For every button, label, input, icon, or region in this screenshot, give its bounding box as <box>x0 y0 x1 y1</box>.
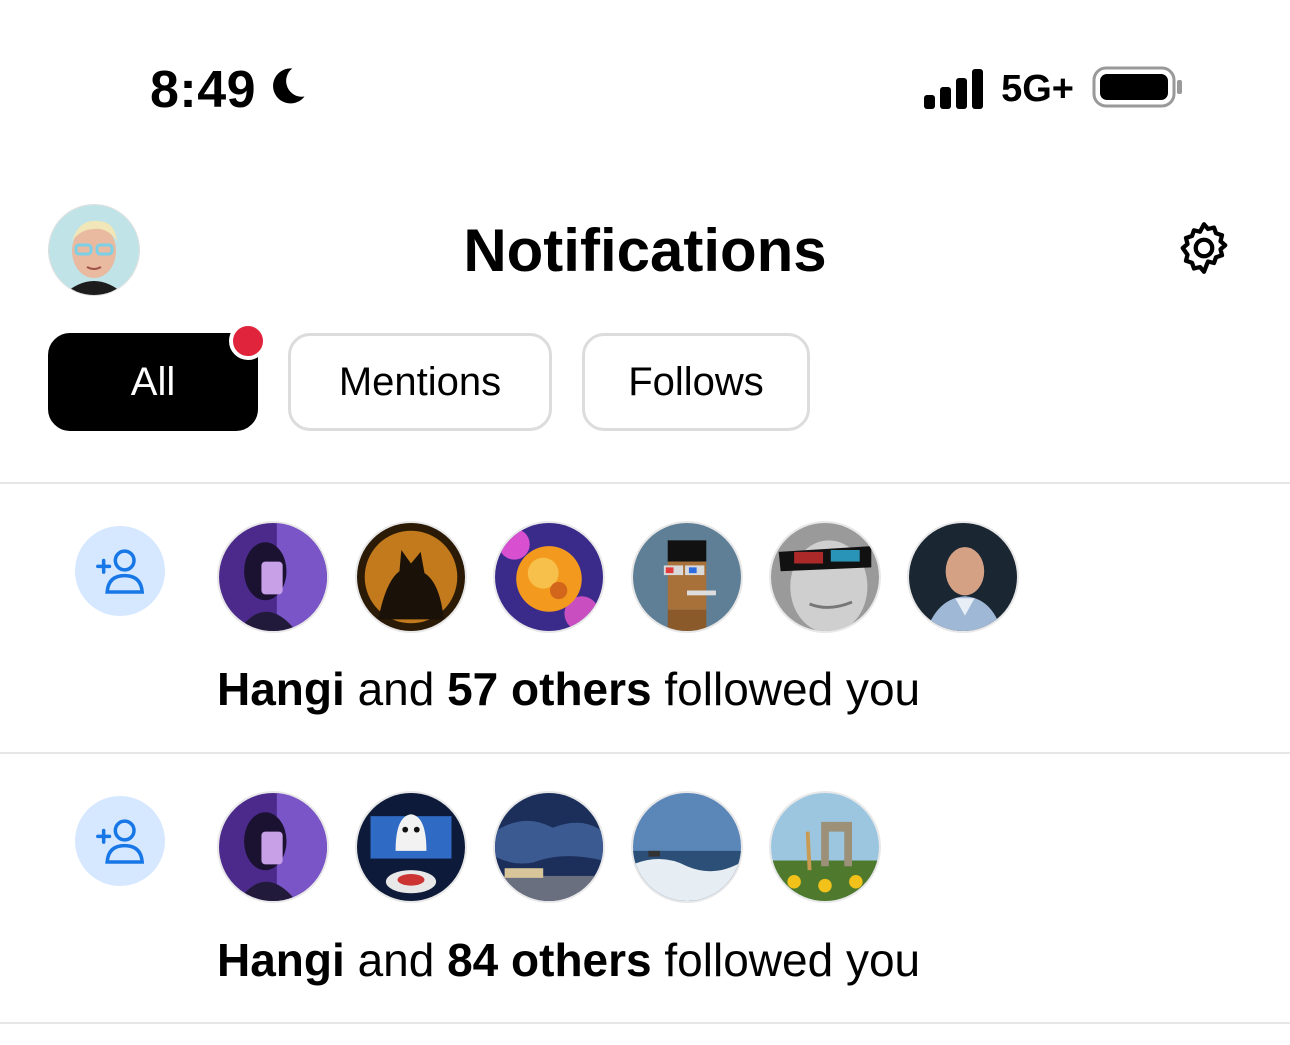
time-label: 8:49 <box>150 61 257 119</box>
others-count[interactable]: 84 others <box>447 934 652 986</box>
actor-name[interactable]: Hangi <box>217 663 345 715</box>
action-text: followed you <box>664 663 921 715</box>
gear-icon <box>1180 222 1228 274</box>
follower-avatar[interactable] <box>217 521 329 633</box>
page-title: Notifications <box>463 217 827 284</box>
notification-text: Hangi and 84 others followed you <box>217 932 920 988</box>
status-indicators: 5G+ <box>924 64 1184 114</box>
actor-name[interactable]: Hangi <box>217 934 345 986</box>
battery-icon <box>1092 65 1184 114</box>
follower-avatar[interactable] <box>355 521 467 633</box>
divider <box>0 1022 1290 1024</box>
follower-avatar[interactable] <box>769 521 881 633</box>
moon-icon <box>266 60 308 120</box>
tab-all-label: All <box>130 359 176 404</box>
follow-badge <box>75 526 165 616</box>
person-add-icon <box>96 819 145 864</box>
follower-avatar[interactable] <box>907 521 1019 633</box>
tab-mentions-label: Mentions <box>338 359 502 404</box>
notification-item[interactable]: Hangi and 84 others followed you <box>0 754 1290 1022</box>
others-count[interactable]: 57 others <box>447 663 652 715</box>
settings-button[interactable] <box>1174 218 1234 278</box>
tab-mentions[interactable]: Mentions <box>288 333 552 431</box>
tab-all[interactable]: All <box>48 322 267 431</box>
connector-text: and <box>357 663 435 715</box>
person-add-icon <box>96 549 145 594</box>
follower-avatars <box>217 791 881 903</box>
follower-avatar[interactable] <box>355 791 467 903</box>
action-text: followed you <box>664 934 921 986</box>
follower-avatars <box>217 521 1019 633</box>
connector-text: and <box>357 934 435 986</box>
notification-item[interactable]: Hangi and 57 others followed you <box>0 484 1290 752</box>
follower-avatar[interactable] <box>631 791 743 903</box>
follower-avatar[interactable] <box>769 791 881 903</box>
follower-avatar[interactable] <box>217 791 329 903</box>
follow-badge <box>75 796 165 886</box>
tab-follows-label: Follows <box>628 359 764 404</box>
notification-tabs: All Mentions Follows <box>48 322 810 431</box>
follower-avatar[interactable] <box>493 521 605 633</box>
follower-avatar[interactable] <box>631 521 743 633</box>
status-time: 8:49 <box>150 60 308 120</box>
follower-avatar[interactable] <box>493 791 605 903</box>
tab-follows[interactable]: Follows <box>582 333 810 431</box>
network-label: 5G+ <box>1001 67 1074 110</box>
unread-dot <box>229 322 267 360</box>
cellular-signal-icon <box>924 69 984 109</box>
notification-text: Hangi and 57 others followed you <box>217 661 920 717</box>
